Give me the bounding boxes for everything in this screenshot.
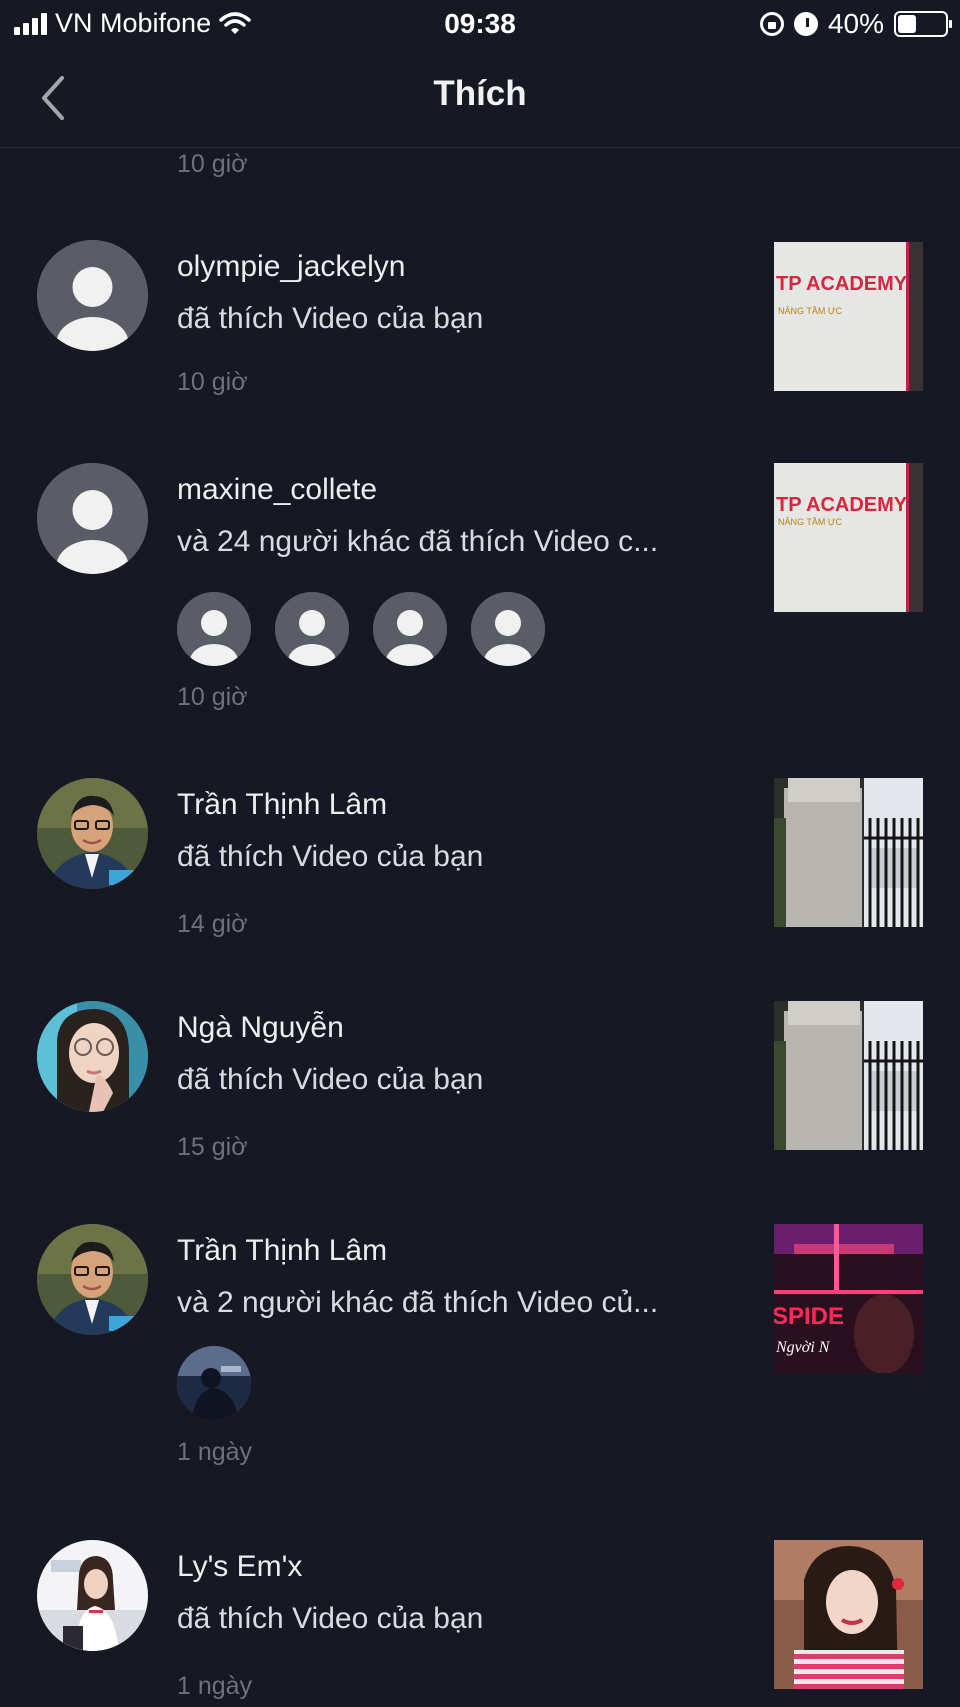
username[interactable]: maxine_collete	[177, 473, 377, 507]
battery-level	[898, 15, 917, 33]
svg-text:NÂNG TẦM ỰC: NÂNG TẦM ỰC	[778, 306, 843, 316]
action-text: và 24 người khác đã thích Video c...	[177, 525, 659, 558]
svg-text:NÂNG TẦM ỰC: NÂNG TẦM ỰC	[778, 517, 843, 527]
username[interactable]: Ly's Em'x	[177, 1550, 302, 1584]
woman-glasses-photo[interactable]	[37, 1001, 148, 1112]
timestamp: 14 giờ	[177, 910, 248, 938]
timestamp: 10 giờ	[177, 368, 248, 396]
status-bar: VN Mobifone 09:38 40%	[0, 0, 960, 48]
username[interactable]: Ngà Nguyễn	[177, 1011, 344, 1045]
default-avatar-icon[interactable]	[177, 592, 251, 666]
alarm-icon	[793, 12, 818, 36]
username[interactable]: Trần Thịnh Lâm	[177, 788, 387, 822]
battery-percent: 40%	[827, 8, 884, 39]
girl-photo-avatar[interactable]	[37, 1540, 148, 1651]
page-title: Thích	[433, 74, 527, 113]
action-text: đã thích Video của bạn	[177, 1063, 484, 1096]
default-avatar-icon[interactable]	[37, 463, 148, 574]
action-text: và 2 người khác đã thích Video củ...	[177, 1286, 659, 1319]
man-glasses-photo[interactable]	[37, 778, 148, 889]
man-glasses-photo[interactable]	[37, 1224, 148, 1335]
action-text: đã thích Video của bạn	[177, 840, 484, 873]
previous-item-time: 10 giờ	[177, 150, 248, 178]
battery-icon	[894, 11, 952, 37]
default-avatar-icon[interactable]	[37, 240, 148, 351]
action-text: đã thích Video của bạn	[177, 1602, 484, 1635]
svg-text:TP ACADEMY: TP ACADEMY	[776, 273, 908, 295]
video-thumbnail[interactable]	[774, 1540, 923, 1689]
dark-photo-avatar[interactable]	[177, 1346, 251, 1420]
default-avatar-icon[interactable]	[471, 592, 545, 666]
liker-avatars	[177, 1346, 251, 1420]
username[interactable]: Trần Thịnh Lâm	[177, 1234, 387, 1268]
timestamp: 10 giờ	[177, 683, 248, 711]
username[interactable]: olympie_jackelyn	[177, 250, 405, 284]
video-thumbnail[interactable]: TP ACADEMY NÂNG TẦM ỰC	[774, 463, 923, 612]
default-avatar-icon[interactable]	[373, 592, 447, 666]
liker-avatars	[177, 592, 545, 666]
timestamp: 1 ngày	[177, 1438, 253, 1466]
rotation-lock-icon	[759, 12, 784, 36]
svg-text:SPIDE: SPIDE	[774, 1303, 844, 1330]
default-avatar-icon[interactable]	[275, 592, 349, 666]
timestamp: 15 giờ	[177, 1133, 248, 1161]
video-thumbnail[interactable]	[774, 1001, 923, 1150]
timestamp: 1 ngày	[177, 1672, 253, 1700]
video-thumbnail[interactable]: TP ACADEMY NÂNG TẦM ỰC	[774, 242, 923, 391]
nav-bar: Thích	[0, 48, 960, 148]
svg-text:TP ACADEMY: TP ACADEMY	[776, 494, 908, 516]
video-thumbnail[interactable]	[774, 778, 923, 927]
status-right: 40%	[759, 8, 952, 40]
video-thumbnail[interactable]: SPIDE Ngvời N	[774, 1224, 923, 1373]
svg-text:Ngvời N: Ngvời N	[775, 1339, 831, 1356]
action-text: đã thích Video của bạn	[177, 302, 484, 335]
